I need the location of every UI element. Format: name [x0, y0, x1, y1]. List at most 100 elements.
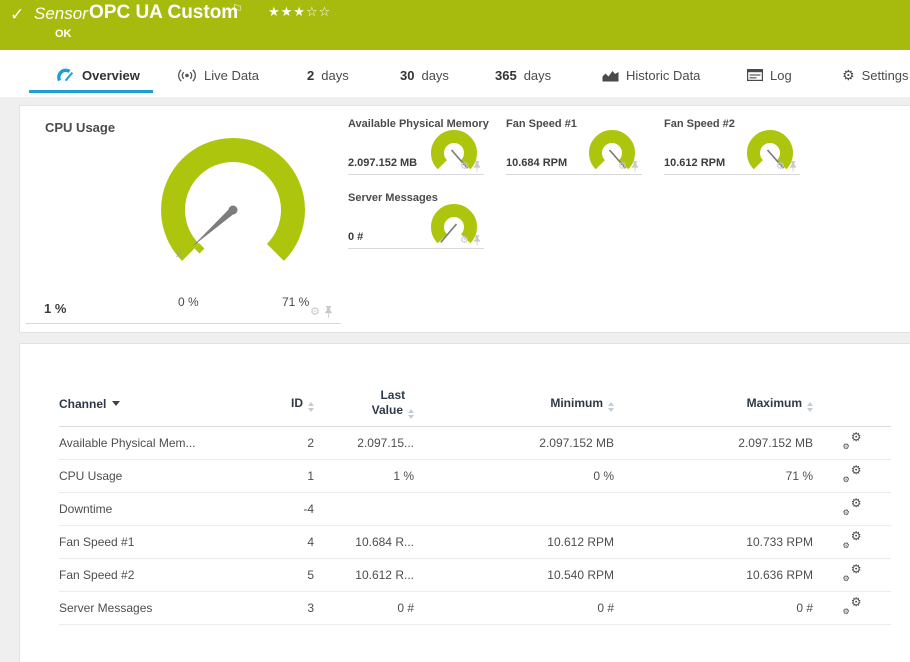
channel-last-value: 2.097.15... — [314, 425, 414, 459]
tab-bar: Overview Live Data 2 days 30 days 365 da… — [0, 50, 910, 97]
sort-icon — [308, 401, 314, 412]
column-header-maximum[interactable]: Maximum — [614, 382, 813, 427]
channel-minimum: 10.540 RPM — [414, 557, 614, 591]
column-header-last-value[interactable]: Last Value — [314, 382, 414, 427]
tab-log[interactable]: Log — [747, 63, 792, 87]
channel-settings-icon[interactable]: ⚙ ⚙ — [843, 562, 862, 583]
tab-label: days — [421, 67, 449, 83]
prtg-sensor-page: ✓ Sensor OPC UA Custom ⚐ ★★★☆☆ OK Overvi… — [0, 0, 910, 662]
sort-icon — [408, 409, 414, 420]
ok-check-icon: ✓ — [10, 5, 25, 24]
tab-365-days[interactable]: 365 days — [495, 63, 551, 87]
channel-name: Downtime — [59, 491, 244, 525]
table-row: Downtime -4 ⚙ ⚙ — [59, 491, 891, 525]
tab-number: 2 — [307, 67, 315, 83]
gauges-panel: CPU Usage x̄ 0 % 71 % 1 % ⚙ Available Ph — [19, 105, 910, 333]
channel-id: -4 — [244, 491, 314, 525]
gauge-card-available-memory: Available Physical Memory 2.097.152 MB ⚙ — [348, 116, 489, 175]
table-row: CPU Usage 1 1 % 0 % 71 % ⚙ ⚙ — [59, 458, 891, 492]
channel-maximum — [614, 491, 813, 525]
tab-label: Live Data — [204, 67, 259, 83]
channel-maximum: 2.097.152 MB — [614, 425, 813, 459]
gauge-card-server-messages: Server Messages 0 # ⚙ — [348, 190, 484, 249]
channel-name: Fan Speed #1 — [59, 524, 244, 558]
status-badge: OK — [55, 28, 72, 40]
channel-last-value: 10.612 R... — [314, 557, 414, 591]
tab-settings[interactable]: ⚙ Settings — [842, 63, 909, 87]
tab-2-days[interactable]: 2 days — [307, 63, 349, 87]
tab-number: 30 — [400, 67, 415, 83]
channel-maximum: 10.636 RPM — [614, 557, 813, 591]
channel-maximum: 10.733 RPM — [614, 524, 813, 558]
gear-icon[interactable]: ⚙ — [618, 162, 627, 172]
gauge-value: 1 % — [44, 301, 67, 316]
gauge-card-fan-speed-2: Fan Speed #2 10.612 RPM ⚙ — [664, 116, 800, 175]
pin-icon[interactable] — [631, 161, 639, 172]
channels-panel: Channel ID Last Value Minimum Maximum Av… — [19, 343, 910, 662]
active-tab-indicator — [29, 90, 153, 93]
channel-settings-icon[interactable]: ⚙ ⚙ — [843, 496, 862, 517]
table-row: Fan Speed #2 5 10.612 R... 10.540 RPM 10… — [59, 557, 891, 591]
gear-icon: ⚙ — [842, 67, 855, 83]
channel-id: 5 — [244, 557, 314, 591]
column-header-channel[interactable]: Channel — [59, 382, 244, 427]
channel-name: CPU Usage — [59, 458, 244, 492]
channel-name: Available Physical Mem... — [59, 425, 244, 459]
cpu-gauge: x̄ — [161, 137, 305, 261]
gear-icon[interactable]: ⚙ — [310, 307, 320, 318]
gauge-card-fan-speed-1: Fan Speed #1 10.684 RPM ⚙ — [506, 116, 642, 175]
tab-overview[interactable]: Overview — [57, 63, 140, 87]
gauge-value: 10.684 RPM — [506, 157, 568, 169]
pin-icon[interactable] — [473, 161, 481, 172]
column-label: Value — [371, 403, 403, 418]
pin-icon[interactable] — [789, 161, 797, 172]
gauge-value: 0 # — [348, 231, 364, 243]
average-label: x̄ — [176, 248, 182, 260]
flag-icon: ⚐ — [232, 2, 243, 16]
gauge-title: Fan Speed #2 — [664, 118, 735, 130]
stars-empty[interactable]: ☆☆ — [306, 4, 331, 19]
channel-id: 3 — [244, 590, 314, 624]
gauge-title: CPU Usage — [45, 120, 116, 135]
column-header-minimum[interactable]: Minimum — [414, 382, 614, 427]
channel-name: Fan Speed #2 — [59, 557, 244, 591]
channel-minimum — [414, 491, 614, 525]
tab-label: Historic Data — [626, 67, 701, 83]
tab-live-data[interactable]: Live Data — [177, 63, 259, 87]
stars-filled[interactable]: ★★★ — [268, 4, 306, 19]
channel-minimum: 2.097.152 MB — [414, 425, 614, 459]
pin-icon[interactable] — [324, 306, 333, 318]
channel-maximum: 71 % — [614, 458, 813, 492]
gauge-card-cpu-usage: CPU Usage x̄ 0 % 71 % 1 % ⚙ — [26, 114, 341, 324]
channel-settings-icon[interactable]: ⚙ ⚙ — [843, 595, 862, 616]
gear-icon[interactable]: ⚙ — [460, 162, 469, 172]
gear-icon[interactable]: ⚙ — [776, 162, 785, 172]
tab-historic-data[interactable]: Historic Data — [602, 63, 700, 87]
channel-settings-icon[interactable]: ⚙ ⚙ — [843, 463, 862, 484]
channel-id: 1 — [244, 458, 314, 492]
table-row: Available Physical Mem... 2 2.097.15... … — [59, 425, 891, 459]
gauge-max-label: 71 % — [282, 295, 310, 309]
column-header-actions — [813, 382, 891, 427]
gauge-value: 2.097.152 MB — [348, 157, 418, 169]
gauge-title: Server Messages — [348, 192, 438, 204]
pin-icon[interactable] — [473, 235, 481, 246]
sensor-kind-label: Sensor — [34, 4, 88, 23]
tab-number: 365 — [495, 67, 517, 83]
gauge-icon — [57, 68, 74, 81]
column-header-id[interactable]: ID — [244, 382, 314, 427]
column-label: Last — [380, 388, 406, 403]
channel-id: 2 — [244, 425, 314, 459]
channel-minimum: 10.612 RPM — [414, 524, 614, 558]
broadcast-icon — [178, 68, 196, 82]
priority-stars[interactable]: ★★★☆☆ — [268, 4, 331, 20]
channel-last-value — [314, 491, 414, 525]
channel-minimum: 0 # — [414, 590, 614, 624]
tab-label: days — [523, 67, 552, 83]
channel-settings-icon[interactable]: ⚙ ⚙ — [843, 430, 862, 451]
channel-settings-icon[interactable]: ⚙ ⚙ — [843, 529, 862, 550]
gear-icon[interactable]: ⚙ — [460, 236, 469, 246]
tab-30-days[interactable]: 30 days — [400, 63, 449, 87]
column-label: Channel — [59, 396, 107, 411]
gauge-title: Fan Speed #1 — [506, 118, 577, 130]
